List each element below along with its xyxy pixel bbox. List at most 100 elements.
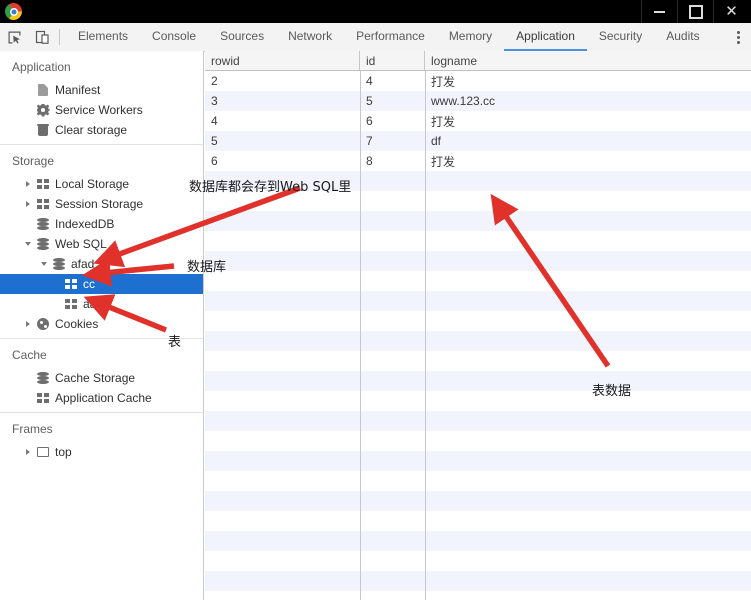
table-row[interactable] bbox=[205, 231, 751, 251]
table-cell[interactable] bbox=[205, 351, 360, 371]
table-cell[interactable] bbox=[360, 211, 425, 231]
table-row[interactable]: 2 4 打发 bbox=[205, 71, 751, 91]
table-cell[interactable] bbox=[360, 371, 425, 391]
table-cell[interactable]: 7 bbox=[360, 131, 425, 151]
table-cell[interactable]: 5 bbox=[205, 131, 360, 151]
table-cell[interactable] bbox=[205, 571, 360, 591]
table-cell[interactable] bbox=[360, 331, 425, 351]
table-cell[interactable] bbox=[425, 411, 751, 431]
table-cell[interactable] bbox=[425, 451, 751, 471]
table-row[interactable] bbox=[205, 331, 751, 351]
tab-security[interactable]: Security bbox=[587, 23, 654, 51]
table-cell[interactable] bbox=[205, 371, 360, 391]
table-cell[interactable]: 4 bbox=[205, 111, 360, 131]
close-button[interactable]: ✕ bbox=[713, 0, 749, 23]
column-header-id[interactable]: id bbox=[360, 51, 425, 70]
table-cell[interactable] bbox=[425, 571, 751, 591]
table-cell[interactable] bbox=[360, 531, 425, 551]
table-cell[interactable] bbox=[360, 391, 425, 411]
table-cell[interactable]: www.123.cc bbox=[425, 91, 751, 111]
table-cell[interactable] bbox=[425, 351, 751, 371]
table-cell[interactable] bbox=[425, 171, 751, 191]
chevron-right-icon[interactable] bbox=[22, 449, 34, 455]
sidebar-item-afad[interactable]: afad bbox=[0, 254, 203, 274]
tab-console[interactable]: Console bbox=[140, 23, 208, 51]
table-row[interactable]: 5 7 df bbox=[205, 131, 751, 151]
tab-network[interactable]: Network bbox=[276, 23, 344, 51]
table-cell[interactable] bbox=[425, 531, 751, 551]
table-cell[interactable] bbox=[205, 431, 360, 451]
table-cell[interactable] bbox=[205, 551, 360, 571]
sidebar-item-service-workers[interactable]: Service Workers bbox=[0, 100, 203, 120]
table-row[interactable] bbox=[205, 491, 751, 511]
column-header-rowid[interactable]: rowid bbox=[205, 51, 360, 70]
sidebar-item-indexeddb[interactable]: IndexedDB bbox=[0, 214, 203, 234]
table-cell[interactable] bbox=[360, 271, 425, 291]
table-row[interactable] bbox=[205, 451, 751, 471]
table-cell[interactable] bbox=[425, 231, 751, 251]
table-cell[interactable] bbox=[205, 191, 360, 211]
table-cell[interactable] bbox=[205, 271, 360, 291]
table-cell[interactable] bbox=[425, 471, 751, 491]
table-row[interactable] bbox=[205, 291, 751, 311]
tab-performance[interactable]: Performance bbox=[344, 23, 437, 51]
table-cell[interactable] bbox=[205, 231, 360, 251]
table-cell[interactable] bbox=[205, 451, 360, 471]
maximize-button[interactable] bbox=[677, 0, 713, 23]
table-row[interactable] bbox=[205, 251, 751, 271]
table-row[interactable] bbox=[205, 271, 751, 291]
sidebar-item-application-cache[interactable]: Application Cache bbox=[0, 388, 203, 408]
table-row[interactable] bbox=[205, 431, 751, 451]
table-cell[interactable] bbox=[425, 371, 751, 391]
table-row[interactable]: 4 6 打发 bbox=[205, 111, 751, 131]
table-cell[interactable] bbox=[425, 331, 751, 351]
table-row[interactable] bbox=[205, 531, 751, 551]
chevron-right-icon[interactable] bbox=[22, 201, 34, 207]
table-cell[interactable] bbox=[425, 271, 751, 291]
table-cell[interactable] bbox=[425, 291, 751, 311]
table-cell[interactable] bbox=[360, 451, 425, 471]
sidebar-item-web-sql[interactable]: Web SQL bbox=[0, 234, 203, 254]
table-cell[interactable] bbox=[425, 491, 751, 511]
table-cell[interactable] bbox=[205, 531, 360, 551]
table-cell[interactable] bbox=[205, 411, 360, 431]
table-cell[interactable] bbox=[205, 391, 360, 411]
table-cell[interactable] bbox=[425, 551, 751, 571]
table-cell[interactable] bbox=[425, 191, 751, 211]
table-cell[interactable] bbox=[205, 171, 360, 191]
chevron-down-icon[interactable] bbox=[38, 262, 50, 266]
table-cell[interactable] bbox=[360, 351, 425, 371]
sidebar-item-local-storage[interactable]: Local Storage bbox=[0, 174, 203, 194]
table-cell[interactable] bbox=[425, 311, 751, 331]
table-cell[interactable] bbox=[205, 311, 360, 331]
column-header-logname[interactable]: logname bbox=[425, 51, 751, 70]
table-row[interactable] bbox=[205, 371, 751, 391]
application-sidebar[interactable]: Application Manifest Service Workers Clear … bbox=[0, 51, 204, 600]
grid-body[interactable]: 2 4 打发 3 5 www.123.cc 4 6 打发 5 7 df 6 8 打发 bbox=[205, 71, 751, 600]
chevron-right-icon[interactable] bbox=[22, 321, 34, 327]
table-row[interactable] bbox=[205, 471, 751, 491]
table-row[interactable] bbox=[205, 571, 751, 591]
table-cell[interactable] bbox=[205, 211, 360, 231]
table-cell[interactable] bbox=[360, 551, 425, 571]
table-cell[interactable] bbox=[360, 311, 425, 331]
table-cell[interactable] bbox=[425, 591, 751, 600]
chevron-right-icon[interactable] bbox=[22, 181, 34, 187]
table-cell[interactable] bbox=[425, 391, 751, 411]
table-cell[interactable]: 8 bbox=[360, 151, 425, 171]
device-toolbar-icon[interactable] bbox=[28, 23, 56, 51]
column-divider-1[interactable] bbox=[360, 71, 361, 600]
sidebar-item-cookies[interactable]: Cookies bbox=[0, 314, 203, 334]
tab-elements[interactable]: Elements bbox=[66, 23, 140, 51]
minimize-button[interactable] bbox=[641, 0, 677, 23]
table-cell[interactable] bbox=[205, 251, 360, 271]
table-row[interactable] bbox=[205, 591, 751, 600]
table-cell[interactable]: 打发 bbox=[425, 111, 751, 131]
table-cell[interactable] bbox=[205, 491, 360, 511]
sidebar-item-clear-storage[interactable]: Clear storage bbox=[0, 120, 203, 140]
table-cell[interactable]: df bbox=[425, 131, 751, 151]
table-cell[interactable] bbox=[360, 291, 425, 311]
table-cell[interactable] bbox=[425, 511, 751, 531]
table-cell[interactable] bbox=[360, 431, 425, 451]
table-cell[interactable] bbox=[425, 251, 751, 271]
